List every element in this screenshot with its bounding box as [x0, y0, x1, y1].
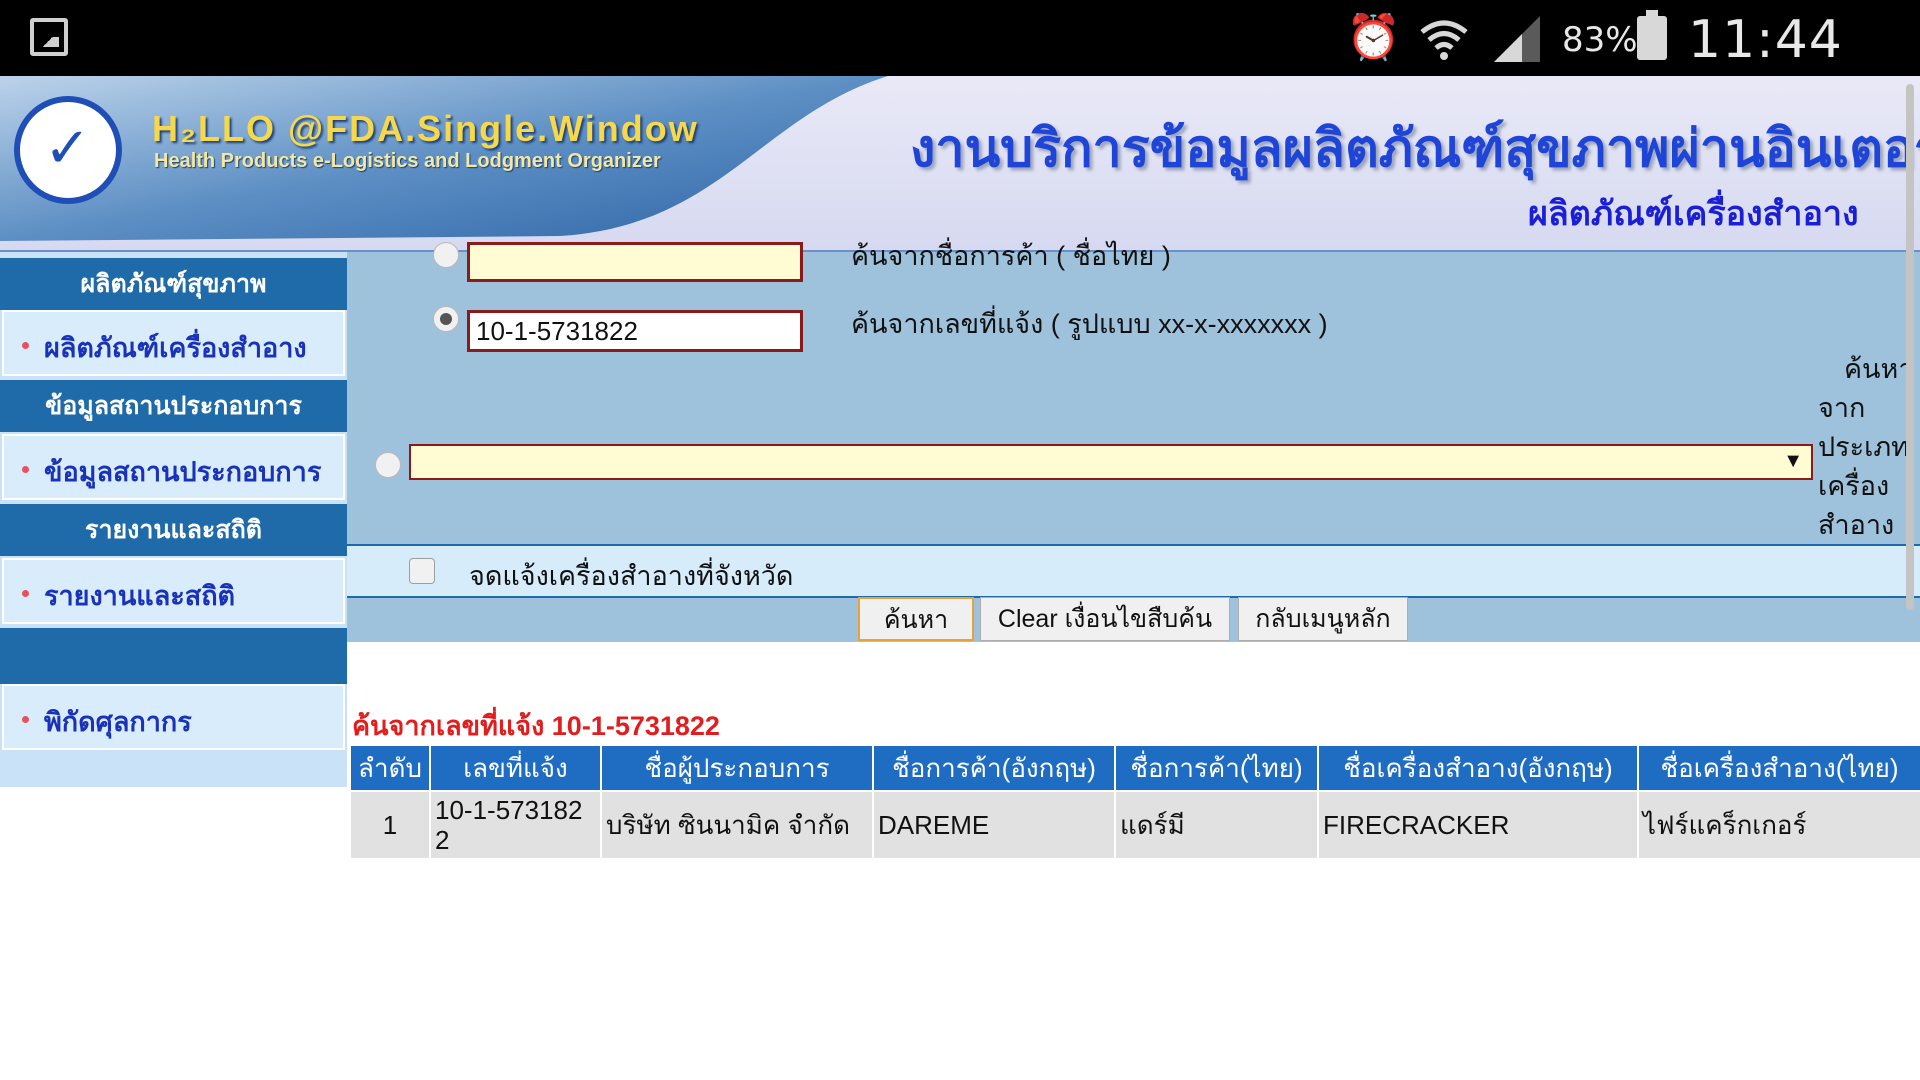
sidebar-item-cosmetics[interactable]: ผลิตภัณฑ์เครื่องสำอาง	[2, 310, 345, 376]
sidebar-heading-reports: รายงานและสถิติ	[0, 504, 347, 556]
battery-icon	[1637, 10, 1667, 60]
column-header: ลำดับ	[349, 744, 431, 792]
status-bar: ⏰ 83% 11:44 PM	[0, 0, 1920, 130]
type-search-label: ค้นหา จาก ประเภท เครื่อง สำอาง	[1818, 350, 1920, 545]
page-title: งานบริการข้อมูลผลิตภัณฑ์สุขภาพผ่านอินเตอ…	[910, 120, 1920, 178]
results-title: ค้นจากเลขที่แจ้ง 10-1-5731822	[352, 711, 720, 741]
notify-number-label: ค้นจากเลขที่แจ้ง ( รูปแบบ xx-x-xxxxxxx )	[851, 309, 1328, 339]
alarm-icon: ⏰	[1346, 12, 1401, 63]
table-cell: แดร์มี	[1114, 790, 1319, 860]
sidebar-item-reports[interactable]: รายงานและสถิติ	[2, 558, 345, 624]
gallery-icon	[30, 18, 68, 56]
sidebar-item-customs[interactable]: พิกัดศุลกากร	[2, 684, 345, 750]
radio-search-notify-number[interactable]	[433, 306, 459, 332]
thai-name-input[interactable]	[467, 242, 803, 282]
table-cell: FIRECRACKER	[1317, 790, 1639, 860]
sidebar-heading-blank	[0, 628, 347, 684]
sidebar-item-label: ผลิตภัณฑ์เครื่องสำอาง	[44, 333, 307, 363]
column-header: ชื่อเครื่องสำอาง(ไทย)	[1637, 744, 1920, 792]
page-subtitle: ผลิตภัณฑ์เครื่องสำอาง	[1528, 195, 1859, 233]
header-banner: ✓ H₂LLO @FDA.Single.Window Health Produc…	[0, 76, 1920, 252]
table-cell: บริษัท ซินนามิค จำกัด	[600, 790, 874, 860]
type-label-line: ประเภท	[1818, 432, 1909, 462]
column-header: ชื่อการค้า(ไทย)	[1114, 744, 1319, 792]
back-to-menu-button[interactable]: กลับเมนูหลัก	[1238, 597, 1408, 641]
province-label: จดแจ้งเครื่องสำอางที่จังหวัด	[469, 561, 794, 591]
signal-icon	[1492, 14, 1542, 69]
scrollbar[interactable]	[1906, 84, 1914, 610]
thai-name-label: ค้นจากชื่อการค้า ( ชื่อไทย )	[851, 241, 1171, 271]
chevron-down-icon: ▼	[1783, 450, 1803, 472]
sidebar: ผลิตภัณฑ์สุขภาพ ผลิตภัณฑ์เครื่องสำอาง ข้…	[0, 252, 347, 787]
radio-search-thai-name[interactable]	[433, 242, 459, 268]
table-cell: 1	[349, 790, 431, 860]
province-row: จดแจ้งเครื่องสำอางที่จังหวัด	[347, 544, 1920, 598]
sidebar-item-establishment[interactable]: ข้อมูลสถานประกอบการ	[2, 434, 345, 500]
bullet-icon	[22, 716, 29, 723]
brand-title: H₂LLO @FDA.Single.Window	[152, 108, 699, 149]
bullet-icon	[22, 590, 29, 597]
brand-subtitle: Health Products e-Logistics and Lodgment…	[154, 150, 661, 172]
column-header: ชื่อการค้า(อังกฤษ)	[872, 744, 1116, 792]
search-button[interactable]: ค้นหา	[858, 597, 974, 641]
table-cell: DAREME	[872, 790, 1116, 860]
type-label-line: เครื่อง	[1818, 471, 1890, 501]
radio-search-type[interactable]	[375, 452, 401, 478]
sidebar-heading-health: ผลิตภัณฑ์สุขภาพ	[0, 258, 347, 310]
province-checkbox[interactable]	[409, 558, 435, 584]
table-row[interactable]: 1 10-1-5731822 บริษัท ซินนามิค จำกัด DAR…	[349, 790, 1920, 860]
cosmetic-type-select[interactable]: ▼	[409, 444, 1813, 480]
fda-logo[interactable]: ✓	[14, 96, 122, 204]
table-cell[interactable]: 10-1-5731822	[429, 790, 602, 860]
type-label-line: สำอาง	[1818, 510, 1895, 540]
sidebar-item-label: รายงานและสถิติ	[44, 581, 236, 611]
bullet-icon	[22, 466, 29, 473]
sidebar-item-label: ข้อมูลสถานประกอบการ	[44, 457, 322, 487]
column-header: ชื่อเครื่องสำอาง(อังกฤษ)	[1317, 744, 1639, 792]
battery-percent: 83%	[1562, 20, 1638, 60]
notify-number-input[interactable]: 10-1-5731822	[467, 310, 803, 352]
column-header: ชื่อผู้ประกอบการ	[600, 744, 874, 792]
sidebar-item-label: พิกัดศุลกากร	[44, 707, 192, 737]
type-label-line: จาก	[1818, 393, 1866, 423]
table-header-row: ลำดับ เลขที่แจ้ง ชื่อผู้ประกอบการ ชื่อกา…	[349, 744, 1920, 792]
table-cell: ไฟร์แคร็กเกอร์	[1637, 790, 1920, 860]
column-header: เลขที่แจ้ง	[429, 744, 602, 792]
clear-button[interactable]: Clear เงื่อนไขสืบค้น	[980, 597, 1230, 641]
results-table: ลำดับ เลขที่แจ้ง ชื่อผู้ประกอบการ ชื่อกา…	[349, 744, 1920, 860]
sidebar-heading-establishment: ข้อมูลสถานประกอบการ	[0, 380, 347, 432]
bullet-icon	[22, 342, 29, 349]
wifi-icon	[1418, 14, 1470, 74]
